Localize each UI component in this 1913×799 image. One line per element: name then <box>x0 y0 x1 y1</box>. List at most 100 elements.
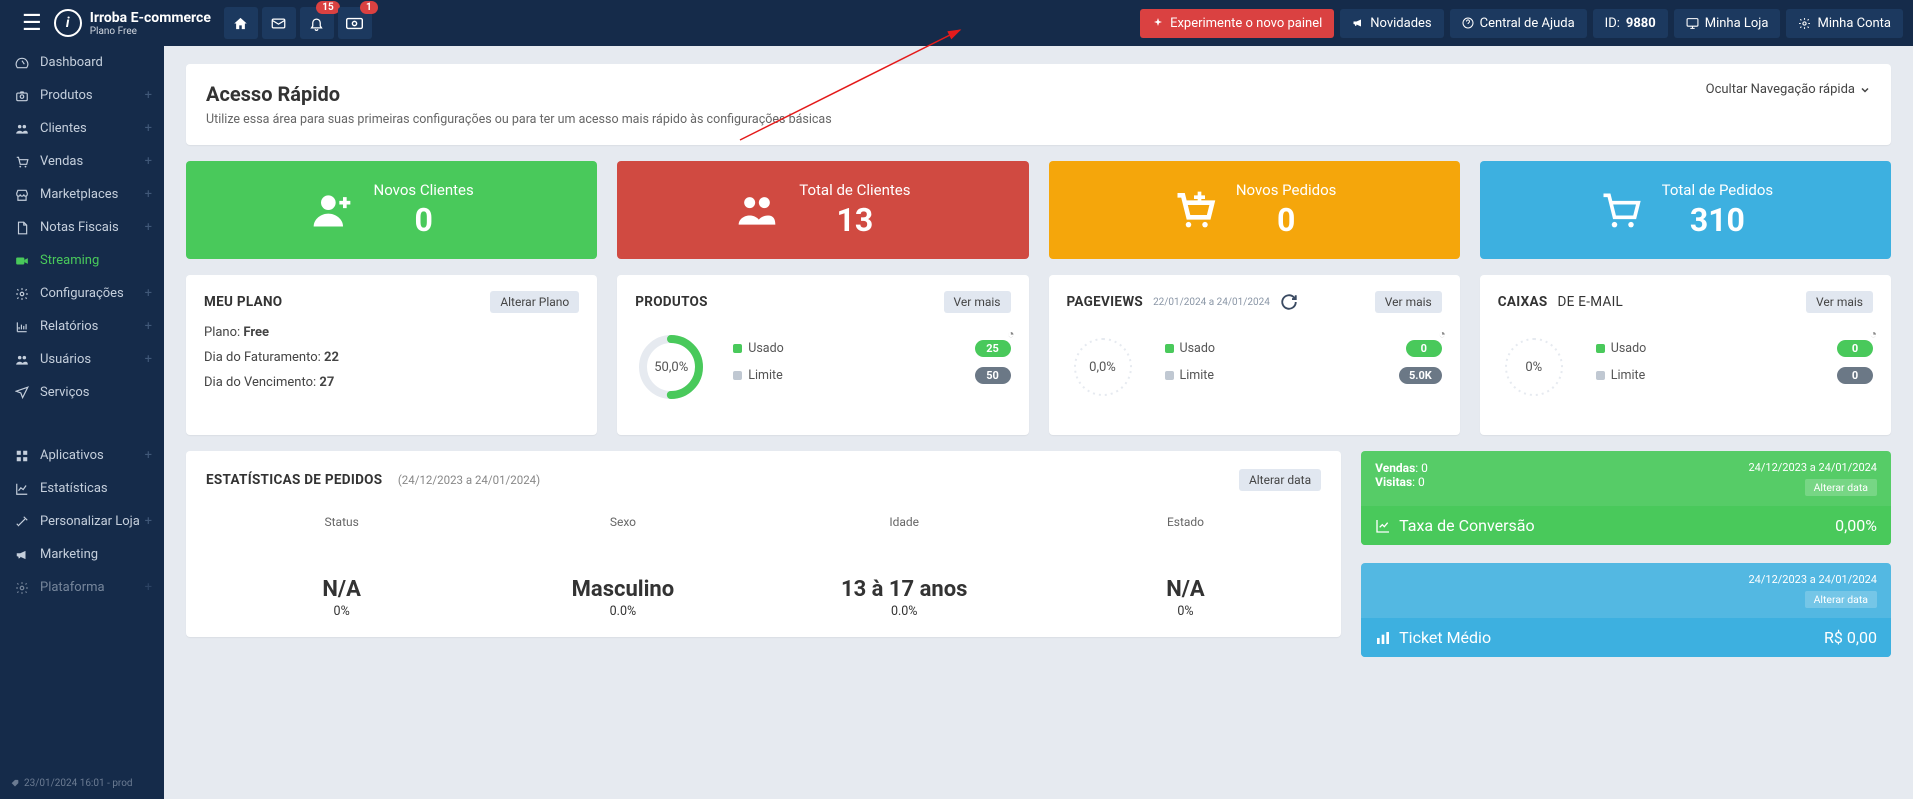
sidebar-item-plataforma[interactable]: Plataforma+ <box>0 571 164 604</box>
products-more-button[interactable]: Ver mais <box>944 291 1011 313</box>
sidebar-item-label: Marketplaces <box>40 187 118 202</box>
stat-label: Total de Pedidos <box>1662 181 1774 199</box>
notifications-button[interactable]: 15 <box>300 7 334 39</box>
users-icon <box>14 353 30 367</box>
expand-icon-caixas[interactable]: ◔ <box>1870 327 1877 341</box>
stat-total-de-pedidos[interactable]: Total de Pedidos 310 <box>1480 161 1891 259</box>
topbar: ☰ i Irroba E-commerce Plano Free 15 1 Ex… <box>0 0 1913 46</box>
used-label: Usado <box>748 341 784 356</box>
caixas-more-button[interactable]: Ver mais <box>1806 291 1873 313</box>
green-range: 24/12/2023 a 24/01/2024 <box>1748 461 1877 474</box>
sidebar-item-aplicativos[interactable]: Aplicativos+ <box>0 439 164 472</box>
cogs-icon <box>14 287 30 301</box>
sidebar-item-produtos[interactable]: Produtos + <box>0 79 164 112</box>
limit-label: Limite <box>748 368 783 383</box>
sidebar-item-label: Vendas <box>40 154 83 169</box>
order-col-sexo: SexoMasculino0.0% <box>487 515 758 619</box>
change-plan-button[interactable]: Alterar Plano <box>490 291 579 313</box>
users-icon <box>735 188 779 232</box>
col-value: N/A <box>206 577 477 602</box>
plus-icon: + <box>145 88 152 103</box>
used-label: Usado <box>1180 341 1216 356</box>
products-gauge: 50,0% <box>635 331 707 403</box>
sidebar-item-streaming[interactable]: Streaming <box>0 244 164 277</box>
pageviews-range: 22/01/2024 a 24/01/2024 <box>1153 297 1270 308</box>
news-button[interactable]: Novidades <box>1340 9 1443 38</box>
sidebar-item-usuários[interactable]: Usuários+ <box>0 343 164 376</box>
sidebar-item-label: Clientes <box>40 121 87 136</box>
plan-line-billing: Dia do Faturamento: 22 <box>204 350 579 365</box>
sidebar-item-estatísticas[interactable]: Estatísticas <box>0 472 164 505</box>
question-icon <box>1462 17 1474 29</box>
my-store-button[interactable]: Minha Loja <box>1674 9 1781 38</box>
envelope-icon <box>271 16 286 31</box>
stat-value: 13 <box>799 201 910 239</box>
sidebar-item-label: Estatísticas <box>40 481 108 496</box>
sidebar-item-marketing[interactable]: Marketing <box>0 538 164 571</box>
chevron-down-icon <box>1859 84 1871 96</box>
hide-quick-nav-button[interactable]: Ocultar Navegação rápida <box>1706 82 1871 97</box>
expand-icon-pageviews[interactable]: ◔ <box>1439 327 1446 341</box>
sidebar-item-clientes[interactable]: Clientes + <box>0 112 164 145</box>
col-value: 13 à 17 anos <box>769 577 1040 602</box>
sparkle-icon <box>1152 17 1164 29</box>
sidebar-item-personalizar-loja[interactable]: Personalizar Loja + <box>0 505 164 538</box>
products-panel: PRODUTOS Ver mais ◔ 50,0% Usado 25 Limit… <box>617 275 1028 435</box>
refresh-icon[interactable] <box>1280 293 1298 311</box>
sidebar-item-label: Produtos <box>40 88 93 103</box>
brand[interactable]: i Irroba E-commerce Plano Free <box>54 9 214 37</box>
limit-value: 50 <box>975 367 1011 384</box>
sidebar-item-vendas[interactable]: Vendas+ <box>0 145 164 178</box>
pageviews-title: PAGEVIEWS <box>1067 294 1144 310</box>
change-date-button[interactable]: Alterar data <box>1239 469 1321 491</box>
col-head: Estado <box>1050 515 1321 529</box>
my-account-button[interactable]: Minha Conta <box>1786 9 1903 38</box>
plus-icon: + <box>145 448 152 463</box>
news-label: Novidades <box>1370 16 1431 31</box>
sidebar-item-dashboard[interactable]: Dashboard <box>0 46 164 79</box>
sidebar-item-label: Notas Fiscais <box>40 220 119 235</box>
sidebar-item-label: Configurações <box>40 286 124 301</box>
mail-button[interactable] <box>262 7 296 39</box>
try-panel-label: Experimente o novo painel <box>1170 16 1322 31</box>
home-button[interactable] <box>224 7 258 39</box>
toggle-label: Ocultar Navegação rápida <box>1706 82 1855 97</box>
video-icon <box>14 254 30 268</box>
stat-novos-clientes[interactable]: Novos Clientes0 <box>186 161 597 259</box>
conversion-label: Taxa de Conversão <box>1399 516 1534 535</box>
stat-value: 310 <box>1662 201 1774 239</box>
used-label: Usado <box>1611 341 1647 356</box>
plus-icon: + <box>145 352 152 367</box>
change-date-blue[interactable]: Alterar data <box>1805 591 1877 608</box>
plus-icon: + <box>145 514 152 529</box>
order-col-idade: Idade13 à 17 anos0.0% <box>769 515 1040 619</box>
quick-access-subtitle: Utilize essa área para suas primeiras co… <box>206 112 832 127</box>
store-label: Minha Loja <box>1705 16 1769 31</box>
col-head: Status <box>206 515 477 529</box>
users-icon <box>14 122 30 136</box>
plan-line-plan: Plano: Free <box>204 325 579 340</box>
change-date-green[interactable]: Alterar data <box>1805 479 1877 496</box>
sidebar-item-marketplaces[interactable]: Marketplaces+ <box>0 178 164 211</box>
used-value: 25 <box>975 340 1011 357</box>
plus-icon: + <box>145 121 152 136</box>
pageviews-more-button[interactable]: Ver mais <box>1375 291 1442 313</box>
wand-icon <box>14 515 30 529</box>
expand-icon-products[interactable]: ◔ <box>1007 327 1014 341</box>
bull-icon <box>14 548 30 562</box>
sidebar-item-label: Personalizar Loja <box>40 514 140 529</box>
sidebar-item-relatórios[interactable]: Relatórios+ <box>0 310 164 343</box>
stat-total-de-clientes[interactable]: Total de Clientes13 <box>617 161 1028 259</box>
id-display[interactable]: ID: 9880 <box>1593 9 1668 38</box>
try-new-panel-button[interactable]: Experimente o novo painel <box>1140 9 1334 38</box>
sidebar-item-serviços[interactable]: Serviços <box>0 376 164 409</box>
menu-toggle[interactable]: ☰ <box>10 11 54 36</box>
help-button[interactable]: Central de Ajuda <box>1450 9 1587 38</box>
used-value: 0 <box>1406 340 1442 357</box>
money-button[interactable]: 1 <box>338 7 372 39</box>
sidebar-item-configurações[interactable]: Configurações+ <box>0 277 164 310</box>
stat-novos-pedidos[interactable]: Novos Pedidos0 <box>1049 161 1460 259</box>
stat-label: Novos Pedidos <box>1236 181 1337 199</box>
sidebar-item-notas-fiscais[interactable]: Notas Fiscais+ <box>0 211 164 244</box>
brand-subtitle: Plano Free <box>90 26 211 37</box>
